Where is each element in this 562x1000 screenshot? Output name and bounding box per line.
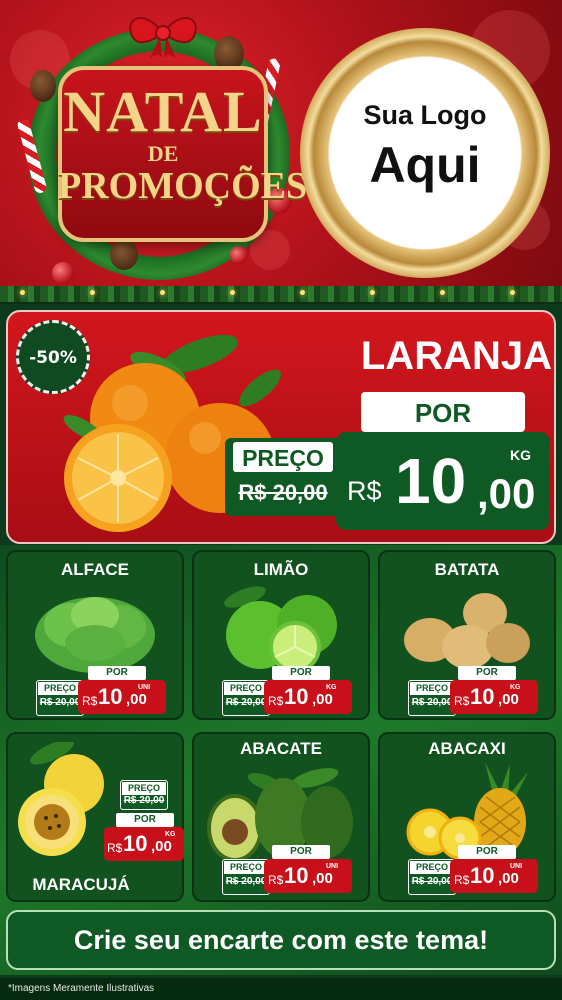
por-label: POR: [272, 845, 330, 859]
featured-currency: R$: [347, 476, 382, 506]
price-dec: ,00: [312, 691, 333, 708]
string-light-icon: [160, 290, 165, 295]
por-label: POR: [458, 845, 516, 859]
featured-unit: KG: [510, 447, 531, 463]
string-light-icon: [370, 290, 375, 295]
preco-label: PREÇO: [410, 861, 454, 874]
pinecone-icon: [110, 240, 138, 270]
featured-preco-label: PREÇO: [233, 442, 333, 472]
preco-label: PREÇO: [410, 682, 454, 695]
featured-price-int: 10: [395, 445, 467, 517]
preco-label: PREÇO: [224, 682, 268, 695]
featured-product-name: LARANJA: [360, 334, 552, 378]
currency: R$: [454, 694, 470, 708]
ornament-ball-icon: [230, 246, 248, 264]
disclaimer-text: *Imagens Meramente Ilustrativas: [8, 983, 155, 994]
price-unit: KG: [165, 831, 176, 838]
featured-old-price: R$ 20,00: [238, 480, 328, 505]
price-dec: ,00: [312, 870, 333, 887]
preco-label: PREÇO: [224, 861, 268, 874]
old-price: R$ 20,00: [39, 697, 81, 708]
currency: R$: [268, 873, 284, 887]
potato-image: [404, 593, 530, 669]
title-natal: NATAL: [63, 79, 263, 144]
title-de: DE: [147, 141, 179, 166]
old-price: R$ 20,00: [411, 876, 453, 887]
garland-divider: [0, 286, 562, 304]
price-int: 10: [98, 684, 123, 709]
old-price: R$ 20,00: [225, 697, 267, 708]
featured-por-label: POR: [361, 392, 525, 432]
logo-text-line1: Sua Logo: [363, 100, 487, 130]
price-unit: UNI: [326, 863, 339, 870]
price-int: 10: [470, 863, 495, 888]
string-light-icon: [20, 290, 25, 295]
price-dec: ,00: [498, 691, 519, 708]
currency: R$: [82, 694, 98, 708]
string-light-icon: [510, 290, 515, 295]
price-dec: ,00: [151, 838, 172, 855]
pinecone-icon: [30, 70, 56, 102]
preco-label: PREÇO: [122, 782, 166, 795]
price-dec: ,00: [126, 691, 147, 708]
ornament-ball-icon: [52, 262, 74, 284]
price-unit: UNI: [510, 863, 523, 870]
lime-image: [224, 586, 337, 673]
lettuce-image: [35, 597, 155, 673]
price-int: 10: [123, 831, 148, 856]
preco-label: PREÇO: [38, 682, 82, 695]
price-int: 10: [470, 684, 495, 709]
product-name: LIMÃO: [253, 560, 309, 579]
passion-fruit-image: [18, 742, 104, 856]
featured-price-dec: ,00: [477, 470, 536, 517]
por-label: POR: [458, 666, 516, 680]
por-label: POR: [116, 813, 174, 827]
por-label: POR: [88, 666, 146, 680]
string-light-icon: [440, 290, 445, 295]
title-promocoes: PROMOÇÕES: [58, 165, 308, 207]
currency: R$: [107, 841, 123, 855]
product-name: ALFACE: [61, 560, 129, 579]
discount-badge: -50%: [16, 320, 90, 394]
currency: R$: [268, 694, 284, 708]
price-unit: UNI: [138, 684, 151, 691]
product-name: ABACATE: [240, 739, 322, 758]
price-unit: KG: [510, 684, 521, 691]
price-dec: ,00: [498, 870, 519, 887]
price-unit: KG: [326, 684, 337, 691]
string-light-icon: [90, 290, 95, 295]
por-label: POR: [272, 666, 330, 680]
old-price: R$ 20,00: [225, 876, 267, 887]
string-light-icon: [230, 290, 235, 295]
price-int: 10: [284, 684, 309, 709]
string-light-icon: [300, 290, 305, 295]
product-name: ABACAXI: [428, 739, 506, 758]
logo-text-line2: Aqui: [369, 137, 481, 193]
currency: R$: [454, 873, 470, 887]
price-int: 10: [284, 863, 309, 888]
ribbon-bow-icon: [129, 17, 197, 58]
old-price: R$ 20,00: [123, 795, 165, 806]
cta-banner[interactable]: Crie seu encarte com este tema!: [6, 910, 556, 970]
product-name: MARACUJÁ: [32, 875, 130, 894]
product-name: BATATA: [434, 560, 500, 579]
old-price: R$ 20,00: [411, 697, 453, 708]
